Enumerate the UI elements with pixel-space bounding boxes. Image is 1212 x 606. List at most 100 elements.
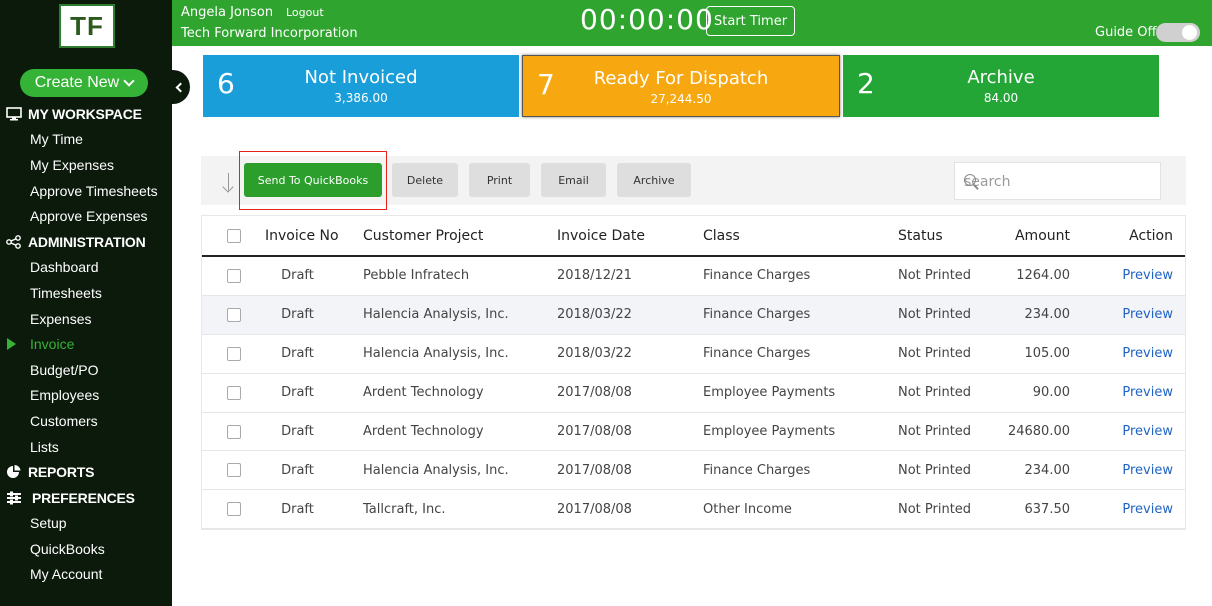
search-input[interactable]: search [954,162,1161,200]
start-timer-button[interactable]: Start Timer [706,6,796,36]
cell-customer: Ardent Technology [363,424,484,439]
sidebar-item-quickbooks[interactable]: QuickBooks [0,536,172,562]
cell-invoice-no: Draft [281,346,314,362]
section-reports[interactable]: REPORTS [0,459,172,485]
header-amount[interactable]: Amount [990,216,1070,255]
sidebar-item-my-expenses[interactable]: My Expenses [0,152,172,178]
top-header: Angela Jonson Logout Tech Forward Incorp… [172,0,1212,46]
checkbox[interactable] [227,307,241,322]
company-name: Tech Forward Incorporation [181,26,358,41]
sidebar-item-my-account[interactable]: My Account [0,562,172,588]
print-button[interactable]: Print [469,163,530,197]
card-archive[interactable]: 2 Archive 84.00 [843,55,1159,117]
cell-class: Finance Charges [703,462,811,478]
header-class[interactable]: Class [703,216,740,255]
preview-link[interactable]: Preview [1102,335,1173,373]
row-checkbox[interactable] [227,335,241,373]
cell-class: Employee Payments [703,385,836,401]
create-new-button[interactable]: Create New [20,69,148,97]
email-button[interactable]: Email [541,163,606,197]
preview-link[interactable]: Preview [1102,296,1173,334]
row-checkbox[interactable] [227,257,241,295]
checkbox[interactable] [227,268,241,283]
cell-customer: Ardent Technology [363,385,484,401]
cell-customer: Halencia Analysis, Inc. [363,462,509,478]
sidebar-item-customers[interactable]: Customers [0,408,172,434]
cell-date: 2018/03/22 [557,346,632,362]
section-administration[interactable]: ADMINISTRATION [0,229,172,255]
cell-date: 2018/12/21 [557,268,632,284]
pie-chart-icon [6,465,22,479]
delete-button[interactable]: Delete [392,163,458,197]
cell-date: 2018/03/22 [557,307,632,323]
company-logo[interactable]: TF [59,4,115,48]
logout-link[interactable]: Logout [286,6,324,19]
checkbox[interactable] [227,502,241,517]
table-row: Draft Ardent Technology 2017/08/08 Emplo… [202,374,1185,413]
row-checkbox[interactable] [227,296,241,334]
cell-status: Not Printed [898,268,972,284]
highlight-box [239,151,387,210]
checkbox[interactable] [227,385,241,400]
row-checkbox[interactable] [227,451,241,489]
cell-amount: 90.00 [1032,385,1070,401]
table-row: Draft Halencia Analysis, Inc. 2018/03/22… [202,295,1185,335]
checkbox[interactable] [227,424,241,439]
row-checkbox[interactable] [227,490,241,528]
monitor-icon [6,106,22,121]
cell-class: Finance Charges [703,346,811,362]
cell-amount: 105.00 [1024,346,1071,362]
section-preferences[interactable]: PREFERENCES [0,485,172,511]
sidebar-item-employees[interactable]: Employees [0,383,172,409]
timer-display: 00:00:00 [580,3,714,36]
card-title: Archive [967,67,1035,88]
preview-link[interactable]: Preview [1102,257,1173,295]
sidebar-item-approve-expenses[interactable]: Approve Expenses [0,203,172,229]
select-all-checkbox[interactable] [227,216,241,255]
sidebar-item-lists[interactable]: Lists [0,434,172,460]
sidebar-item-my-time[interactable]: My Time [0,127,172,153]
section-my-workspace[interactable]: MY WORKSPACE [0,101,172,127]
header-customer-project[interactable]: Customer Project [363,216,483,255]
sidebar-item-timesheets[interactable]: Timesheets [0,280,172,306]
sort-down-icon[interactable] [223,173,237,195]
row-checkbox[interactable] [227,374,241,412]
header-invoice-date[interactable]: Invoice Date [557,216,645,255]
checkbox[interactable] [227,463,241,478]
card-ready-for-dispatch[interactable]: 7 Ready For Dispatch 27,244.50 [522,55,840,117]
sidebar-item-expenses[interactable]: Expenses [0,306,172,332]
cell-amount: 24680.00 [1007,424,1070,439]
row-checkbox[interactable] [227,413,241,451]
sidebar-item-setup[interactable]: Setup [0,511,172,537]
sidebar-item-approve-timesheets[interactable]: Approve Timesheets [0,178,172,204]
checkbox[interactable] [227,228,241,243]
cell-amount: 1264.00 [1016,268,1070,284]
card-not-invoiced[interactable]: 6 Not Invoiced 3,386.00 [203,55,519,117]
cell-class: Finance Charges [703,307,811,323]
table-row: Draft Ardent Technology 2017/08/08 Emplo… [202,413,1185,452]
search-icon[interactable] [964,174,976,186]
table-header-row: Invoice No Customer Project Invoice Date… [202,216,1185,257]
table-row: Draft Halencia Analysis, Inc. 2017/08/08… [202,451,1185,491]
cell-customer: Tallcraft, Inc. [363,501,446,517]
checkbox[interactable] [227,346,241,361]
preview-link[interactable]: Preview [1102,413,1173,451]
sidebar-collapse-toggle[interactable] [168,70,190,104]
card-amount: 84.00 [983,91,1019,105]
cell-customer: Halencia Analysis, Inc. [363,346,509,362]
sidebar-item-dashboard[interactable]: Dashboard [0,255,172,281]
archive-button[interactable]: Archive [617,163,691,197]
guide-toggle[interactable] [1156,23,1200,42]
sidebar-item-invoice[interactable]: Invoice [0,331,172,357]
card-title: Not Invoiced [304,67,418,88]
cell-status: Not Printed [898,346,972,362]
cell-class: Finance Charges [703,268,811,284]
header-status[interactable]: Status [898,216,943,255]
cell-date: 2017/08/08 [557,385,632,401]
header-invoice-no[interactable]: Invoice No [265,216,339,255]
cell-invoice-no: Draft [281,307,314,323]
preview-link[interactable]: Preview [1102,374,1173,412]
preview-link[interactable]: Preview [1102,451,1173,489]
sidebar-item-budget-po[interactable]: Budget/PO [0,357,172,383]
preview-link[interactable]: Preview [1102,490,1173,528]
